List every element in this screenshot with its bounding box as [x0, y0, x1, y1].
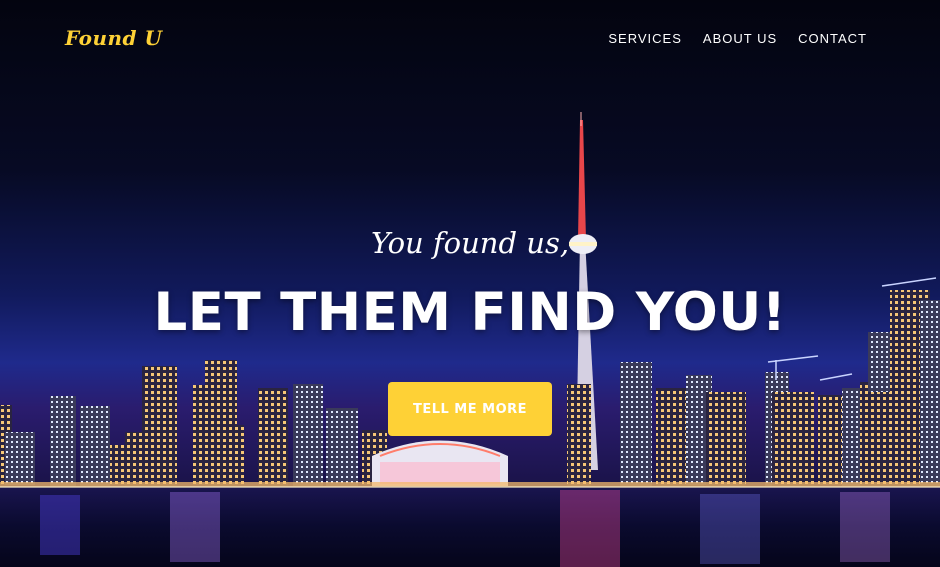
nav-link-contact[interactable]: CONTACT [798, 31, 867, 46]
brand-logo[interactable]: Found U [65, 26, 162, 50]
hero-heading: LET THEM FIND YOU! [153, 282, 787, 343]
nav-link-services[interactable]: SERVICES [608, 31, 682, 46]
nav-menu: SERVICES ABOUT US CONTACT [608, 31, 867, 46]
hero-subheading: You found us, [370, 226, 570, 260]
top-navbar: Found U SERVICES ABOUT US CONTACT [0, 0, 940, 80]
nav-link-about-us[interactable]: ABOUT US [703, 31, 777, 46]
tell-me-more-button[interactable]: TELL ME MORE [388, 382, 552, 436]
hero-section: Found U SERVICES ABOUT US CONTACT You fo… [0, 0, 940, 567]
